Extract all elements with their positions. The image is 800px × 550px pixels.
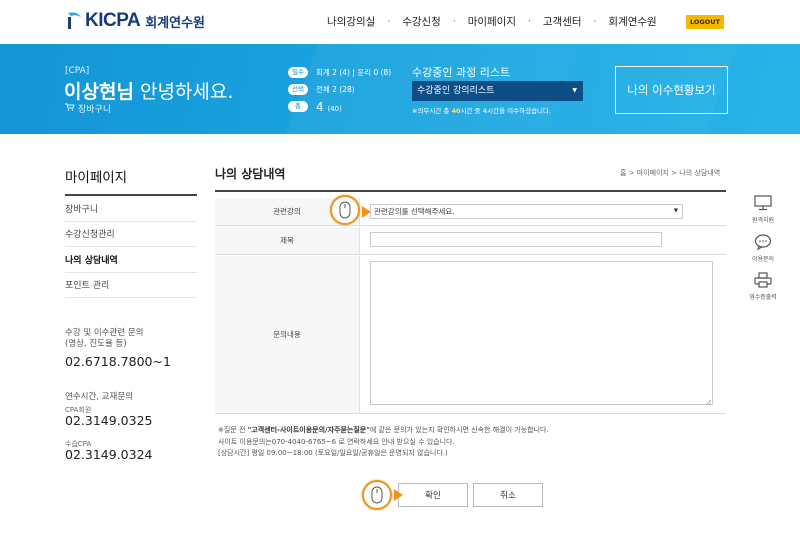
sidebar-menu: 장바구니 수강신청관리 나의 상담내역 포인트 관리 — [65, 196, 197, 298]
nav-course-registration[interactable]: 수강신청 — [390, 14, 453, 29]
course-hours-note: ※의무시간 총 40시간 중 4시간을 이수하셨습니다. — [412, 105, 551, 115]
greeting-text: 이상현님 안녕하세요. — [64, 77, 233, 104]
stat-pill: 선택 — [288, 84, 308, 95]
top-navigation: 나의강의실 · 수강신청 · 마이페이지 · 고객센터 · 회계연수원 — [315, 14, 669, 29]
contact-phone-trainee: 02.3149.0324 — [65, 447, 153, 462]
total-hours: 4 — [316, 99, 324, 114]
sidebar-item-cart[interactable]: 장바구니 — [65, 196, 197, 222]
monitor-icon — [743, 195, 783, 213]
course-select-placeholder: 관련강의를 선택해주세요. — [374, 207, 455, 216]
resize-grip-icon[interactable] — [705, 399, 712, 406]
stat-pill: 필수 — [288, 67, 308, 78]
site-header: KICPA 회계연수원 나의강의실 · 수강신청 · 마이페이지 · 고객센터 … — [0, 0, 800, 44]
breadcrumb: 홈 > 마이페이지 > 나의 상담내역 — [620, 169, 721, 177]
note-text: 시간을 이수하셨습니다. — [487, 107, 552, 115]
contact-course-inquiry: 수강 및 이수관련 문의 (영상, 진도율 등) — [65, 328, 144, 350]
logo-text: KICPA — [85, 10, 141, 31]
quick-link-label: 원격지원 — [751, 217, 775, 224]
dropdown-arrow-icon: ▼ — [673, 208, 678, 214]
logout-button[interactable]: LOGOUT — [686, 15, 724, 29]
cart-label: 장바구니 — [78, 105, 112, 115]
note-text: ※질문 전 — [218, 426, 248, 434]
quick-link-remote-support[interactable]: 원격지원 — [743, 195, 783, 224]
form-row-content: 문의내용 — [215, 256, 726, 414]
form-row-subject: 제목 — [215, 227, 726, 255]
stat-elective: 선택 전체 2 (28) — [288, 81, 391, 98]
confirm-button[interactable]: 확인 — [398, 483, 468, 507]
nav-customer-center[interactable]: 고객센터 — [531, 14, 594, 29]
nav-my-page[interactable]: 마이페이지 — [456, 14, 528, 29]
note-total-hours: 40 — [451, 107, 461, 115]
quick-link-inquiry[interactable]: 이용문의 — [743, 234, 783, 263]
sidebar-item-points[interactable]: 포인트 관리 — [65, 273, 197, 298]
note-text: 에 같은 문의가 있는지 확인하시면 신속한 해결이 가능합니다. — [369, 426, 549, 434]
content-textarea[interactable] — [370, 261, 713, 405]
stat-pill: 총 — [288, 101, 308, 112]
total-required-hours: (40) — [327, 104, 342, 113]
cart-link[interactable]: 장바구니 — [65, 102, 111, 115]
contact-phone-course: 02.6718.7800~1 — [65, 354, 171, 369]
quick-link-label: 영수증출력 — [749, 294, 777, 301]
course-list-title: 수강중인 과정 리스트 — [412, 66, 511, 79]
form-notes: ※질문 전 "고객센터-사이트이용문의/자주묻는질문"에 같은 문의가 있는지 … — [218, 425, 549, 460]
note-text: 시간 중 — [460, 107, 483, 115]
contact-materials-title: 연수시간, 교재문의 — [65, 392, 133, 402]
pointer-arrow-icon — [362, 206, 371, 218]
stat-value: 전체 2 (28) — [316, 85, 355, 94]
completion-status-button[interactable]: 나의 이수현황보기 — [615, 66, 728, 114]
kicpa-logo[interactable]: KICPA 회계연수원 — [65, 10, 205, 32]
printer-icon — [743, 272, 783, 290]
member-type-label: [CPA] — [65, 66, 90, 76]
main-divider — [215, 190, 726, 192]
stat-total: 총 4 (40) — [288, 98, 391, 115]
course-select[interactable]: 관련강의를 선택해주세요. ▼ — [370, 204, 683, 219]
chat-icon — [743, 234, 783, 252]
quick-link-label: 이용문의 — [751, 256, 775, 263]
stat-value: 회계 2 (4) | 윤리 0 (8) — [316, 68, 392, 77]
note-line: 사이트 이용문의는070-4040-6765~6 로 연락하세요 안내 받으실 … — [218, 437, 455, 446]
contact-label: 수강 및 이수관련 문의 — [65, 328, 144, 338]
contact-label: (영상, 진도율 등) — [65, 339, 127, 349]
content-field-label: 문의내용 — [215, 256, 360, 413]
nav-my-classroom[interactable]: 나의강의실 — [315, 14, 387, 29]
page-title: 나의 상담내역 — [215, 167, 286, 181]
logo-mark-icon — [65, 11, 83, 31]
logo-subtitle: 회계연수원 — [145, 15, 206, 31]
course-list-select[interactable]: 수강중인 강의리스트 ▼ — [412, 81, 583, 101]
contact-phone-cpa: 02.3149.0325 — [65, 413, 153, 428]
note-link-text: "고객센터-사이트이용문의/자주묻는질문" — [247, 426, 370, 434]
cart-icon — [65, 103, 75, 114]
sidebar-item-course-management[interactable]: 수강신청관리 — [65, 222, 197, 247]
cancel-button[interactable]: 취소 — [473, 483, 543, 507]
greeting-suffix: 안녕하세요. — [133, 81, 234, 103]
course-select-value: 수강중인 강의리스트 — [417, 86, 495, 96]
pointer-arrow-icon — [394, 489, 403, 501]
mouse-click-indicator-icon — [330, 195, 360, 225]
note-line: [상담시간] 평일 09:00~18:00 (토요일/일요일/공휴일은 운영되지… — [218, 449, 448, 457]
stat-value: 4 (40) — [316, 100, 342, 114]
subject-input[interactable] — [370, 232, 662, 247]
note-line: ※질문 전 "고객센터-사이트이용문의/자주묻는질문"에 같은 문의가 있는지 … — [218, 425, 549, 437]
note-text: ※의무시간 총 — [412, 107, 452, 115]
quick-link-receipt[interactable]: 영수증출력 — [743, 272, 783, 301]
nav-training-institute[interactable]: 회계연수원 — [596, 14, 668, 29]
sidebar-title: 마이페이지 — [65, 170, 128, 186]
stat-required: 필수 회계 2 (4) | 윤리 0 (8) — [288, 64, 391, 81]
credit-stats: 필수 회계 2 (4) | 윤리 0 (8) 선택 전체 2 (28) 총 4 … — [288, 64, 391, 115]
sidebar-item-my-consultations[interactable]: 나의 상담내역 — [65, 247, 197, 273]
user-banner: [CPA] 이상현님 안녕하세요. 장바구니 필수 회계 2 (4) | 윤리 … — [0, 44, 800, 134]
user-name: 이상현님 — [64, 81, 134, 103]
subject-field-label: 제목 — [215, 227, 360, 254]
mouse-click-indicator-icon — [362, 480, 392, 510]
dropdown-arrow-icon: ▼ — [572, 87, 577, 94]
form-row-course: 관련강의 관련강의를 선택해주세요. ▼ — [215, 198, 726, 226]
